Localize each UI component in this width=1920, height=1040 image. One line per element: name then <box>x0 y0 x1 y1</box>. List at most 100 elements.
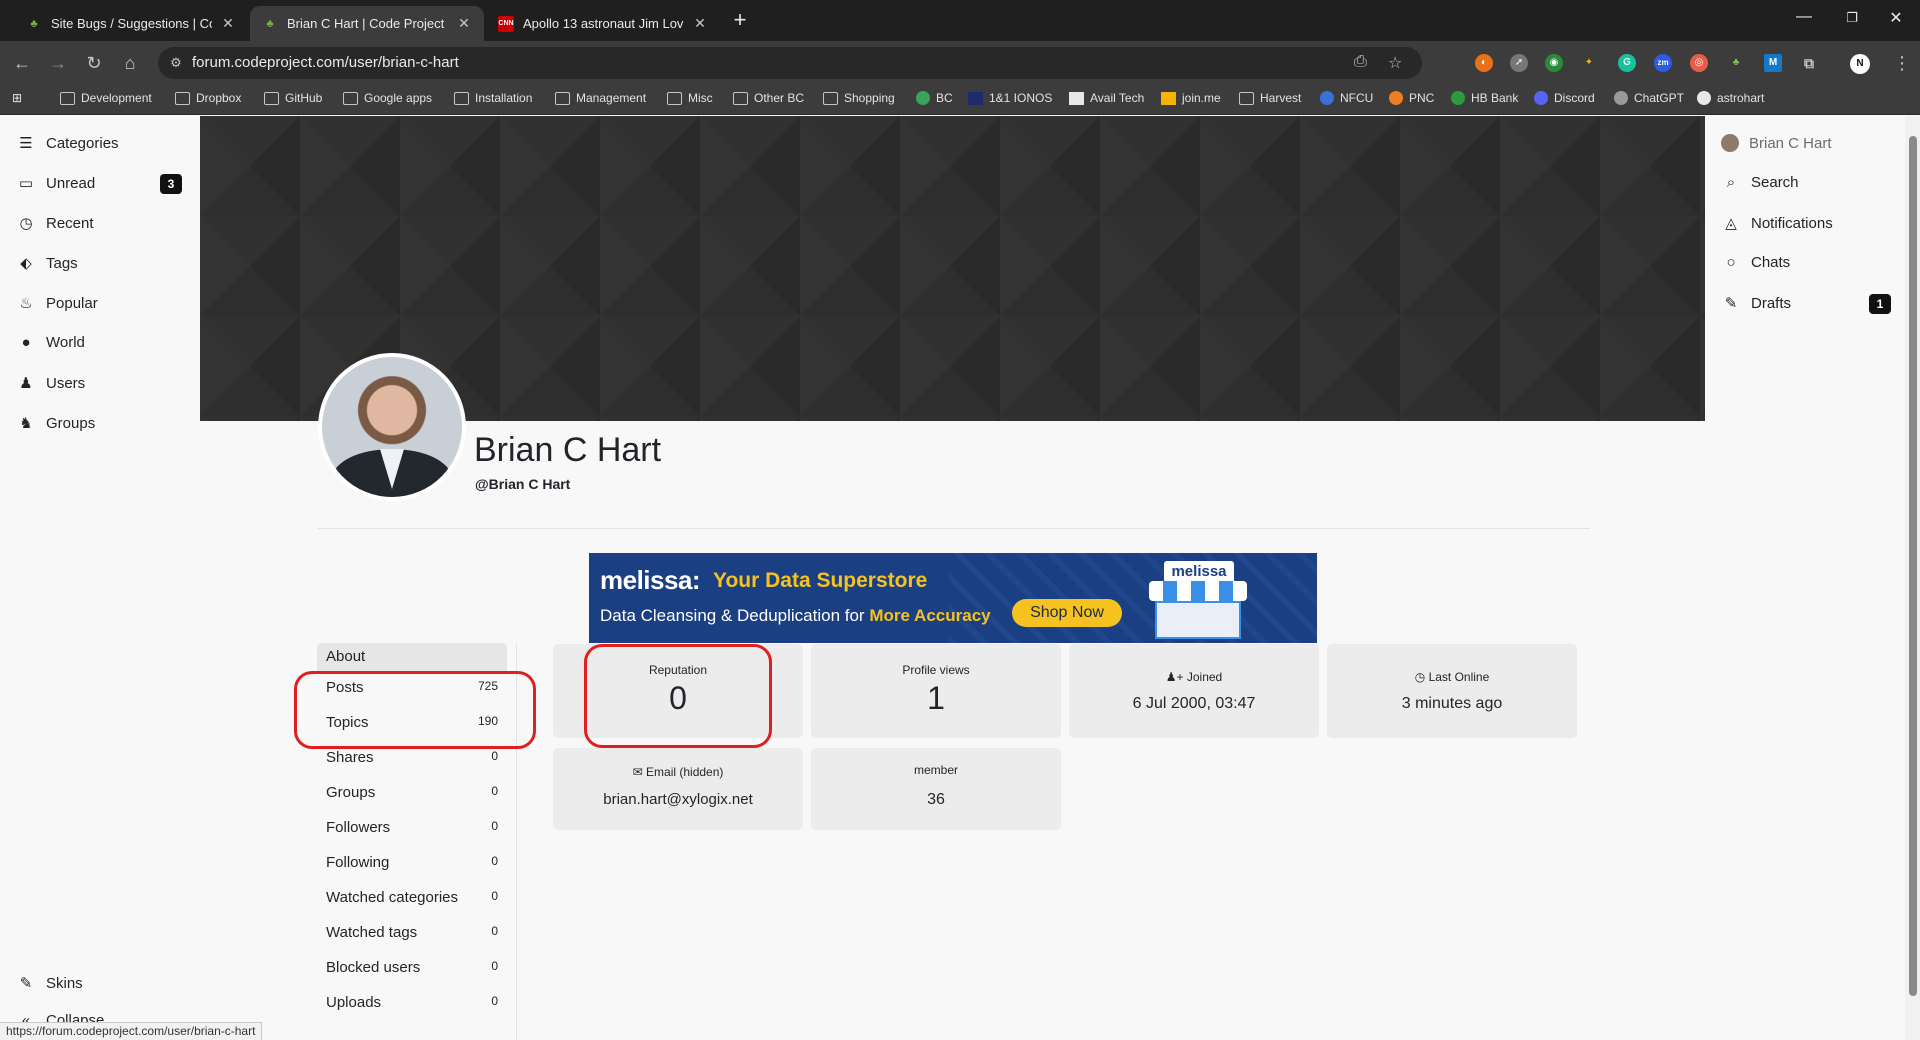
bookmark-misc[interactable]: Misc <box>667 91 713 105</box>
bookmark-development[interactable]: Development <box>60 91 152 105</box>
close-tab-icon[interactable]: ✕ <box>692 15 708 32</box>
sidebar-item-groups[interactable]: ♞ Groups <box>16 414 95 433</box>
profile-views-value: 1 <box>927 680 945 716</box>
advertisement-banner[interactable]: melissa: Your Data Superstore Data Clean… <box>589 553 1317 643</box>
browser-menu-icon[interactable]: ⋮ <box>1890 51 1914 75</box>
bookmark-star-icon[interactable]: ☆ <box>1388 53 1402 73</box>
extension-red-icon[interactable]: ◎ <box>1690 54 1708 72</box>
profile-menu-following[interactable]: Following 0 <box>326 854 498 871</box>
apps-grid-icon[interactable]: ⊞ <box>12 91 22 105</box>
sidebar-item-drafts[interactable]: ✎ Drafts <box>1721 294 1791 313</box>
scrollbar-thumb[interactable] <box>1909 136 1917 996</box>
profile-menu-shares[interactable]: Shares 0 <box>326 749 498 766</box>
profile-menu-watched-categories[interactable]: Watched categories 0 <box>326 889 498 906</box>
page-scrollbar[interactable] <box>1905 116 1920 1040</box>
ad-brand: melissa: <box>600 565 701 595</box>
home-icon[interactable]: ⌂ <box>118 51 142 75</box>
address-bar-url[interactable]: forum.codeproject.com/user/brian-c-hart <box>192 54 459 71</box>
bookmark-ionos[interactable]: 1&1 IONOS <box>968 91 1052 105</box>
folder-icon <box>823 91 838 105</box>
sidebar-item-world[interactable]: ● World <box>16 334 85 351</box>
bookmark-avail-tech[interactable]: Avail Tech <box>1069 91 1144 105</box>
extension-color-icon[interactable]: ✦ <box>1580 54 1598 72</box>
site-info-icon[interactable]: ⚙ <box>168 55 184 71</box>
bookmark-join-me[interactable]: join.me <box>1161 91 1221 105</box>
new-tab-button[interactable]: + <box>728 9 752 33</box>
last-online-label: Last Online <box>1428 670 1490 684</box>
sidebar-item-search[interactable]: ⌕ Search <box>1721 174 1799 191</box>
sidebar-item-label: Categories <box>46 134 119 152</box>
menu-label: Followers <box>326 819 391 836</box>
restore-window-icon[interactable]: ❐ <box>1832 10 1872 26</box>
bookmark-nfcu[interactable]: NFCU <box>1320 91 1373 105</box>
profile-menu-followers[interactable]: Followers 0 <box>326 819 498 836</box>
ad-tagline: Your Data Superstore <box>713 569 928 592</box>
close-tab-icon[interactable]: ✕ <box>220 15 236 32</box>
browser-tab-brian-c-hart[interactable]: ♣ Brian C Hart | Code Project Foru ✕ <box>250 6 484 41</box>
divider <box>318 528 1590 529</box>
close-window-icon[interactable]: ✕ <box>1876 8 1916 28</box>
member-card: member 36 <box>811 748 1061 830</box>
profile-menu-uploads[interactable]: Uploads 0 <box>326 994 498 1011</box>
extension-orange-icon[interactable]: ◐ <box>1475 54 1493 72</box>
availtech-icon <box>1069 91 1084 105</box>
bookmark-other-bc[interactable]: Other BC <box>733 91 804 105</box>
bookmark-harvest[interactable]: Harvest <box>1239 91 1301 105</box>
bookmark-pnc[interactable]: PNC <box>1389 91 1434 105</box>
forward-arrow-icon[interactable]: → <box>46 51 70 75</box>
bookmark-hb-bank[interactable]: HB Bank <box>1451 91 1518 105</box>
sidebar-item-chats[interactable]: ○ Chats <box>1721 254 1790 271</box>
sidebar-item-categories[interactable]: ☰ Categories <box>16 134 119 153</box>
bookmark-github[interactable]: GitHub <box>264 91 322 105</box>
minimize-window-icon[interactable]: — <box>1784 8 1824 26</box>
ad-shop-now-button[interactable]: Shop Now <box>1012 599 1122 627</box>
bookmark-dropbox[interactable]: Dropbox <box>175 91 241 105</box>
user-menu[interactable]: Brian C Hart <box>1721 134 1832 152</box>
sidebar-item-skins[interactable]: ✎ Skins <box>16 974 83 993</box>
zoom-extension-icon[interactable]: zm <box>1654 54 1672 72</box>
profile-menu-blocked-users[interactable]: Blocked users 0 <box>326 959 498 976</box>
bookmark-shopping[interactable]: Shopping <box>823 91 895 105</box>
reload-icon[interactable]: ↻ <box>82 51 106 75</box>
bookmark-management[interactable]: Management <box>555 91 646 105</box>
sidebar-item-recent[interactable]: ◷ Recent <box>16 214 93 233</box>
bookmark-astrohart[interactable]: astrohart <box>1697 91 1764 105</box>
sidebar-item-tags[interactable]: ⬖ Tags <box>16 254 77 273</box>
ionos-icon <box>968 91 983 105</box>
back-arrow-icon[interactable]: ← <box>10 51 34 75</box>
globe-icon: ● <box>21 334 31 351</box>
page-content: ☰ Categories ▭ Unread 3 ◷ Recent ⬖ Tags ♨ Pop… <box>0 116 1905 1040</box>
extension-leaf-icon[interactable]: ♣ <box>1727 54 1745 72</box>
sidebar-item-notifications[interactable]: ◬ Notifications <box>1721 214 1832 233</box>
profile-menu-groups[interactable]: Groups 0 <box>326 784 498 801</box>
profile-avatar-icon[interactable]: N <box>1850 54 1870 74</box>
address-bar[interactable]: ⚙ forum.codeproject.com/user/brian-c-har… <box>158 47 1422 79</box>
tags-icon: ⬖ <box>20 255 32 272</box>
extension-compass-icon[interactable]: ➚ <box>1510 54 1528 72</box>
sidebar-item-unread[interactable]: ▭ Unread <box>16 174 95 193</box>
bookmark-label: ChatGPT <box>1634 91 1685 105</box>
sidebar-item-label: World <box>46 334 85 351</box>
close-tab-icon[interactable]: ✕ <box>456 15 472 32</box>
browser-tab-apollo[interactable]: CNN Apollo 13 astronaut Jim Lovell ✕ <box>486 6 720 41</box>
extension-green-icon[interactable]: ◉ <box>1545 54 1563 72</box>
extension-m-icon[interactable]: M <box>1764 54 1782 72</box>
sidebar-item-popular[interactable]: ♨ Popular <box>16 294 97 313</box>
bookmark-installation[interactable]: Installation <box>454 91 532 105</box>
profile-menu-about[interactable]: About <box>317 643 507 671</box>
profile-menu-watched-tags[interactable]: Watched tags 0 <box>326 924 498 941</box>
browser-tab-site-bugs[interactable]: ♣ Site Bugs / Suggestions | Code ✕ <box>14 6 248 41</box>
sidebar-item-users[interactable]: ♟ Users <box>16 374 85 393</box>
bookmark-chatgpt[interactable]: ChatGPT <box>1614 91 1684 105</box>
folder-icon <box>454 91 469 105</box>
bookmark-bc[interactable]: BC <box>916 91 953 105</box>
bookmark-label: PNC <box>1409 91 1435 105</box>
inbox-icon: ▭ <box>18 175 34 192</box>
folder-icon <box>175 91 190 105</box>
profile-photo <box>322 357 462 497</box>
bookmark-discord[interactable]: Discord <box>1534 91 1595 105</box>
grammarly-icon[interactable]: G <box>1618 54 1636 72</box>
bookmark-google-apps[interactable]: Google apps <box>343 91 432 105</box>
install-app-icon[interactable]: ⎙ <box>1354 53 1367 71</box>
extensions-puzzle-icon[interactable]: ⧉ <box>1800 54 1818 72</box>
